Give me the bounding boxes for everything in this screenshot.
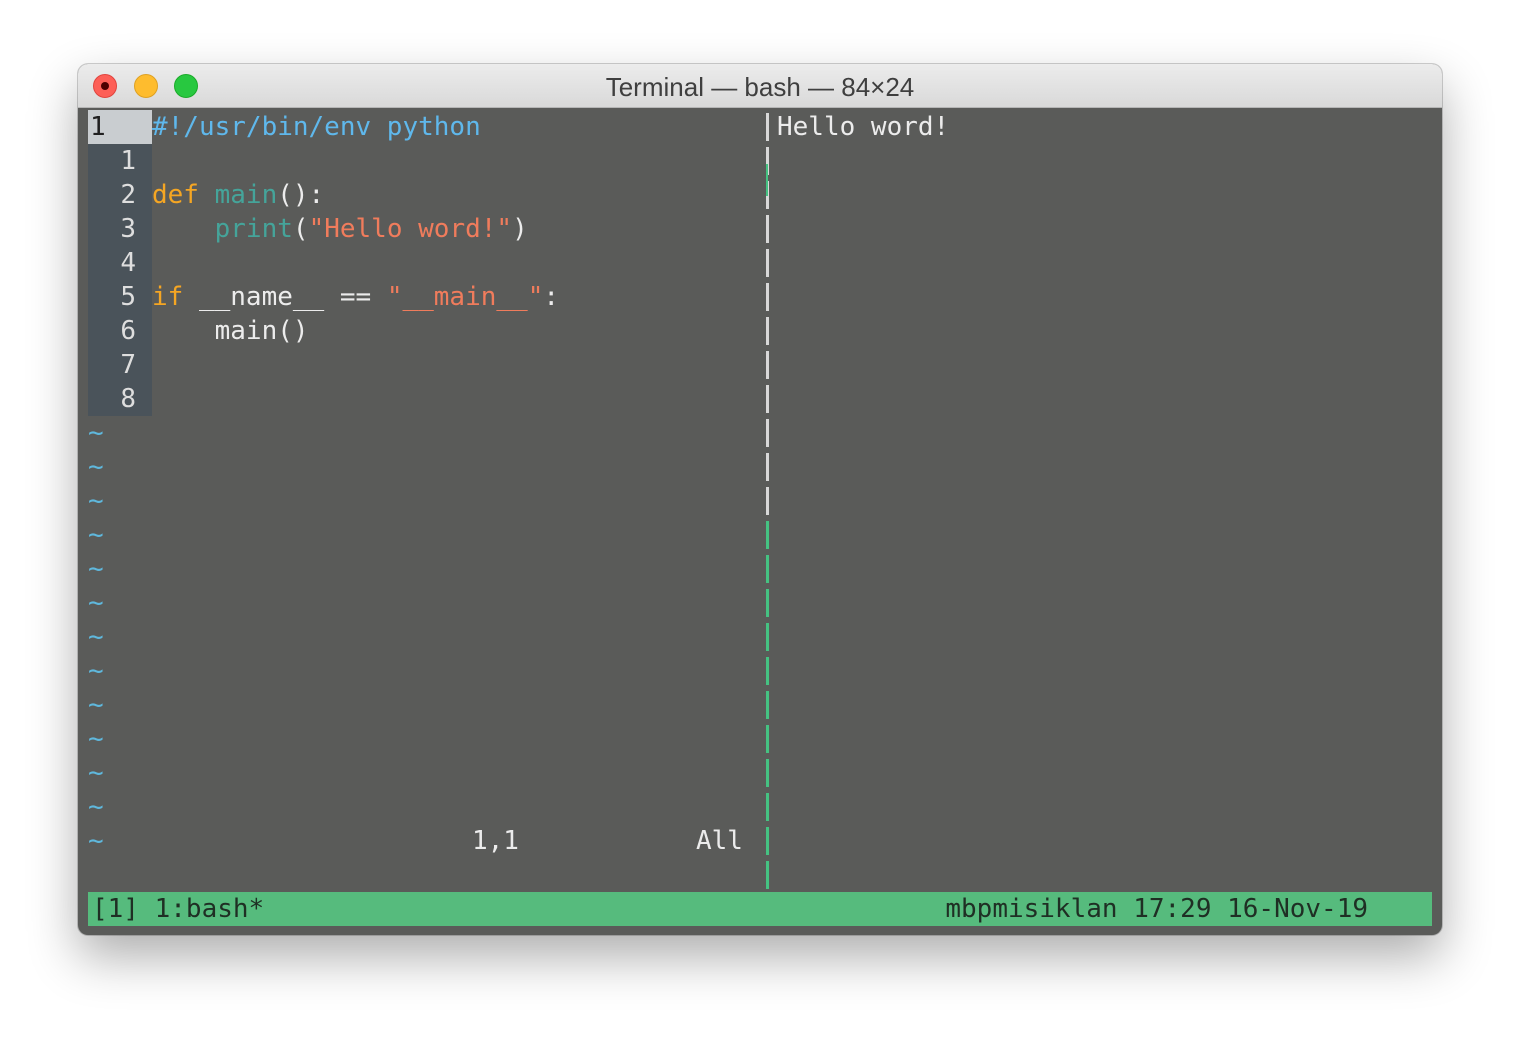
divider-segment [766,351,769,379]
line-number: 4 [88,246,152,280]
title-bar[interactable]: Terminal — bash — 84×24 [78,64,1442,108]
divider-segment [766,861,769,889]
divider-segment [766,487,769,515]
divider-segment [766,419,769,447]
empty-line-marker: ~ [88,418,104,448]
empty-line-marker: ~ [88,758,104,788]
code-line[interactable]: print("Hello word!") [152,212,528,246]
empty-line-marker: ~ [88,622,104,652]
empty-line-marker: ~ [88,588,104,618]
scroll-position-ruler: All [696,826,743,856]
line-number: 2 [88,178,152,212]
empty-line-marker: ~ [88,554,104,584]
empty-line-marker: ~ [88,656,104,686]
window-title: Terminal — bash — 84×24 [605,72,915,102]
code-line[interactable]: main() [152,314,309,348]
divider-segment [766,827,769,855]
line-number: 1 [88,144,152,178]
code-line[interactable]: if __name__ == "__main__": [152,280,559,314]
code-token: main [214,180,278,210]
line-number: 8 [88,382,152,416]
tmux-status-info: mbpmisiklan 17:29 16-Nov-19 [945,894,1368,924]
code-token: (): [277,180,325,210]
divider-segment [766,793,769,821]
divider-segment [766,623,769,651]
cursor-position-ruler: 1,1 [472,826,519,856]
divider-segment [766,317,769,345]
code-token: __name__ == [183,282,387,312]
code-token: "__main__" [386,282,544,312]
terminal-window: Terminal — bash — 84×24 1 #!/usr/bin/env … [78,64,1442,935]
empty-line-marker: ~ [88,724,104,754]
divider-segment [766,385,769,413]
code-line[interactable]: #!/usr/bin/env python [152,110,481,144]
divider-segment [766,657,769,685]
divider-segment [766,283,769,311]
divider-segment [766,249,769,277]
current-line-number: 1 [88,110,152,144]
code-token: main() [152,316,309,346]
divider-segment [766,725,769,753]
line-number: 6 [88,314,152,348]
code-token: ) [512,214,528,244]
divider-segment [766,453,769,481]
line-number: 7 [88,348,152,382]
empty-line-marker: ~ [88,826,104,856]
code-token: def [152,180,199,210]
code-token: ( [292,214,309,244]
program-output-line: Hello word! [777,112,950,142]
line-number: 3 [88,212,152,246]
divider-segment [766,215,769,243]
divider-segment [766,691,769,719]
divider-segment [766,759,769,787]
line-number: 5 [88,280,152,314]
divider-segment [766,555,769,583]
empty-line-marker: ~ [88,792,104,822]
divider-segment [766,113,769,141]
empty-line-marker: ~ [88,486,104,516]
empty-line-marker: ~ [88,690,104,720]
code-token: print [214,214,293,244]
tmux-window-list[interactable]: [1] 1:bash* [92,892,264,926]
code-token: #!/usr/bin/env python [152,112,481,142]
code-line[interactable]: def main(): [152,178,324,212]
code-token: : [543,282,560,312]
code-token: "Hello word!" [308,214,513,244]
empty-line-marker: ~ [88,520,104,550]
code-token: if [152,282,184,312]
empty-line-marker: ~ [88,452,104,482]
tmux-status-bar: [1] 1:bash* mbpmisiklan 17:29 16-Nov-19 [88,892,1432,926]
terminal-cursor [766,164,768,196]
divider-segment [766,521,769,549]
divider-segment [766,589,769,617]
